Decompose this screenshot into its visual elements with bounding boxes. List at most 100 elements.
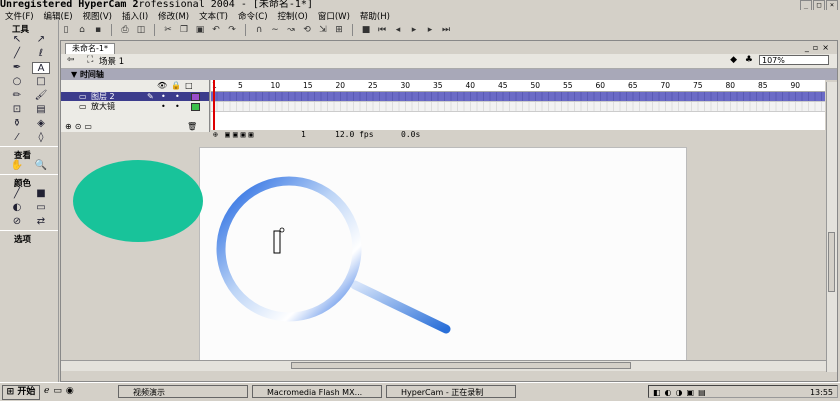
- straighten-icon[interactable]: ↝: [285, 25, 297, 36]
- menu-commands[interactable]: 命令(C): [233, 10, 273, 22]
- visibility-dot[interactable]: •: [161, 92, 166, 101]
- frame-row[interactable]: [211, 92, 825, 102]
- layer-row[interactable]: ▭ 图层 2 ✎ • •: [61, 92, 209, 101]
- ink-bottle-tool-icon[interactable]: ⚱: [8, 118, 26, 130]
- rotate-icon[interactable]: ⟲: [301, 25, 313, 36]
- vscroll-thumb[interactable]: [828, 232, 835, 292]
- doc-close-icon[interactable]: ×: [822, 43, 833, 52]
- add-folder-icon[interactable]: ▭: [84, 122, 95, 131]
- cut-icon[interactable]: ✂: [162, 25, 174, 36]
- new-file-icon[interactable]: ▯: [60, 25, 72, 36]
- preview-icon[interactable]: ◫: [135, 25, 147, 36]
- free-transform-tool-icon[interactable]: ⊡: [8, 104, 26, 116]
- text-cursor-box[interactable]: [273, 230, 281, 254]
- green-circle[interactable]: [73, 160, 203, 242]
- paint-bucket-tool-icon[interactable]: ◈: [32, 118, 50, 130]
- lock-dot[interactable]: •: [175, 92, 180, 101]
- magnifier-lens[interactable]: [216, 176, 362, 322]
- fill-color-icon[interactable]: ■: [32, 188, 50, 200]
- visibility-dot[interactable]: •: [161, 102, 166, 111]
- stroke-color-icon[interactable]: ╱: [8, 188, 26, 200]
- hand-tool-icon[interactable]: ✋: [8, 160, 26, 172]
- menu-text[interactable]: 文本(T): [194, 10, 233, 22]
- smooth-icon[interactable]: ∼: [269, 25, 281, 36]
- delete-layer-icon[interactable]: 🗑: [187, 122, 197, 131]
- eraser-tool-icon[interactable]: ◊: [32, 132, 50, 144]
- eye-icon[interactable]: 👁: [157, 81, 171, 90]
- edit-symbols-icon[interactable]: ◆: [730, 55, 737, 65]
- tray-icons[interactable]: ◧◐◑▣▤: [649, 386, 710, 399]
- play-icon[interactable]: ▸: [408, 25, 420, 36]
- menu-window[interactable]: 窗口(W): [313, 10, 355, 22]
- black-white-icon[interactable]: ◐: [8, 202, 26, 214]
- zoom-select[interactable]: 107%: [759, 55, 829, 65]
- paste-icon[interactable]: ▣: [194, 25, 206, 36]
- taskbar-item-flash[interactable]: Macromedia Flash MX...: [252, 385, 382, 398]
- open-folder-icon[interactable]: ⌂: [76, 25, 88, 36]
- stop-icon[interactable]: ■: [360, 25, 372, 36]
- stage-hscroll[interactable]: [61, 360, 827, 371]
- add-layer-icon[interactable]: ⊕: [65, 122, 75, 131]
- doc-restore-icon[interactable]: ▫: [813, 43, 822, 52]
- taskbar-item-hypercam[interactable]: HyperCam - 正在录制: [386, 385, 516, 398]
- lock-dot[interactable]: •: [175, 102, 180, 111]
- subselect-tool-icon[interactable]: ↗: [32, 34, 50, 46]
- lasso-tool-icon[interactable]: ℓ: [32, 48, 50, 60]
- lock-icon[interactable]: 🔒: [171, 81, 185, 90]
- undo-icon[interactable]: ↶: [210, 25, 222, 36]
- minimize-button[interactable]: _: [800, 0, 812, 10]
- start-button[interactable]: ⊞ 开始: [2, 385, 40, 400]
- pencil-tool-icon[interactable]: ✏: [8, 90, 26, 102]
- playhead[interactable]: [213, 80, 215, 132]
- ie-icon[interactable]: ℯ: [44, 386, 53, 396]
- print-icon[interactable]: ⎙: [119, 25, 131, 36]
- frame-row[interactable]: [211, 102, 825, 112]
- media-icon[interactable]: ◉: [66, 386, 78, 396]
- text-tool-icon[interactable]: A: [32, 62, 50, 74]
- stage-vscroll[interactable]: [826, 82, 837, 372]
- taskbar-item-video-demo[interactable]: 视频演示: [118, 385, 248, 398]
- swap-icon[interactable]: ⇄: [32, 216, 50, 228]
- brush-tool-icon[interactable]: 🖌: [32, 90, 50, 102]
- hscroll-thumb[interactable]: [291, 362, 631, 369]
- fast-forward-icon[interactable]: ⏭: [440, 25, 452, 36]
- rewind-icon[interactable]: ⏮: [376, 25, 388, 36]
- menu-help[interactable]: 帮助(H): [355, 10, 395, 22]
- oval-tool-icon[interactable]: ○: [8, 76, 26, 88]
- edit-scene-icon[interactable]: ♣: [745, 55, 753, 65]
- timeline-header[interactable]: ▼ 时间轴: [61, 69, 837, 80]
- outline-icon[interactable]: □: [185, 81, 197, 90]
- doc-minimize-icon[interactable]: _: [805, 43, 813, 52]
- snap-icon[interactable]: ∩: [253, 25, 265, 36]
- line-tool-icon[interactable]: ╱: [8, 48, 26, 60]
- save-icon[interactable]: ▪: [92, 25, 104, 36]
- rectangle-tool-icon[interactable]: □: [32, 76, 50, 88]
- magnifier-handle[interactable]: [350, 280, 451, 334]
- onion-skin-icons[interactable]: ▣▣▣▣: [225, 130, 256, 140]
- close-button[interactable]: ×: [826, 0, 838, 10]
- text-handle[interactable]: [279, 227, 285, 233]
- step-forward-icon[interactable]: ▸: [424, 25, 436, 36]
- layer-row[interactable]: ▭ 放大镜 • •: [61, 102, 209, 111]
- menu-control[interactable]: 控制(O): [273, 10, 313, 22]
- menu-insert[interactable]: 插入(I): [117, 10, 153, 22]
- copy-icon[interactable]: ❐: [178, 25, 190, 36]
- center-frame-icon[interactable]: ⊕: [213, 130, 218, 140]
- swap-colors-icon[interactable]: ▭: [32, 202, 50, 214]
- back-arrow-icon[interactable]: ⇦: [67, 55, 75, 65]
- align-icon[interactable]: ⊞: [333, 25, 345, 36]
- redo-icon[interactable]: ↷: [226, 25, 238, 36]
- menu-modify[interactable]: 修改(M): [153, 10, 194, 22]
- scale-icon[interactable]: ⇲: [317, 25, 329, 36]
- eyedropper-tool-icon[interactable]: ⁄: [8, 132, 26, 144]
- zoom-tool-icon[interactable]: 🔍: [32, 160, 50, 172]
- add-guide-icon[interactable]: ⊙: [75, 122, 85, 131]
- arrow-tool-icon[interactable]: ↖: [8, 34, 26, 46]
- menu-view[interactable]: 视图(V): [78, 10, 117, 22]
- pen-tool-icon[interactable]: ✒: [8, 62, 26, 74]
- fill-transform-tool-icon[interactable]: ▤: [32, 104, 50, 116]
- frames-panel[interactable]: 151015202530354045505560657075808590: [211, 80, 825, 132]
- maximize-button[interactable]: □: [813, 0, 825, 10]
- desktop-icon[interactable]: ▭: [53, 386, 66, 396]
- step-back-icon[interactable]: ◂: [392, 25, 404, 36]
